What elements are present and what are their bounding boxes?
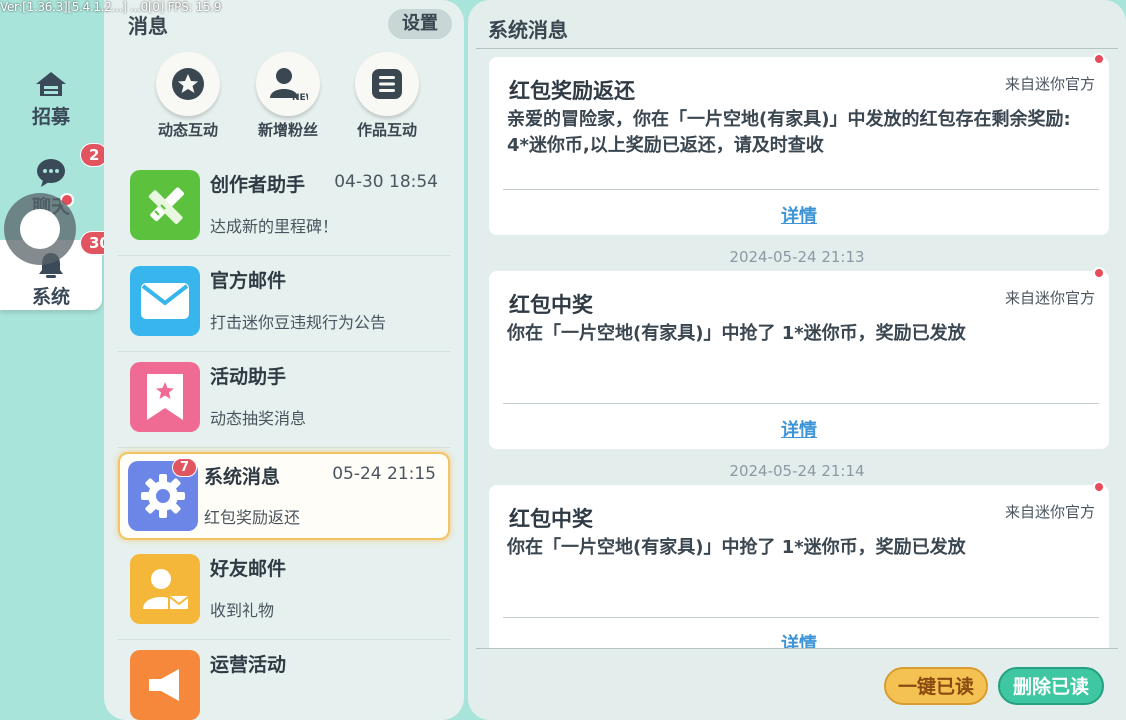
unread-dot: [1093, 267, 1105, 279]
friend-mail-icon: [130, 554, 200, 624]
nav-system-label: 系统: [31, 286, 70, 308]
message-panel-title: 消息: [128, 14, 168, 38]
item-preview: 达成新的里程碑！: [210, 217, 339, 236]
item-time: 05-24 21:15: [332, 464, 436, 484]
list-item-creator-assistant[interactable]: 创作者助手 04-30 18:54 达成新的里程碑！: [118, 160, 450, 256]
debug-overlay: Ver:[1.36.3][5.4.1.2...] ...0[0] FPS: 15…: [0, 0, 222, 14]
quick-new-fans[interactable]: NEW 新增粉丝: [243, 52, 333, 140]
bookmark-star-icon: [130, 362, 200, 432]
card-divider: [503, 189, 1099, 190]
message-list: 创作者助手 04-30 18:54 达成新的里程碑！ 官方邮件 打击迷你豆违规行…: [118, 160, 450, 720]
details-link[interactable]: 详情: [489, 416, 1109, 442]
card-title: 红包奖励返还: [509, 79, 635, 103]
divider: [476, 648, 1118, 649]
item-preview: 动态抽奖消息: [210, 409, 307, 428]
message-panel: 消息 设置 动态互动 NEW 新增粉丝: [104, 0, 464, 720]
quick-works-interaction[interactable]: 作品互动: [342, 52, 432, 140]
card-source: 来自迷你官方: [1004, 289, 1095, 307]
chat-bubble-icon: [37, 159, 65, 187]
list-icon: [372, 69, 402, 99]
unread-badge: 7: [172, 458, 198, 477]
message-card[interactable]: 红包中奖 来自迷你官方 你在「一片空地(有家具)」中抢了 1*迷你币，奖励已发放…: [489, 481, 1109, 663]
card-source: 来自迷你官方: [1004, 75, 1095, 93]
system-panel-title: 系统消息: [488, 18, 568, 42]
card-divider: [503, 617, 1099, 618]
megaphone-icon: [130, 650, 200, 720]
quick-label: 动态互动: [157, 121, 218, 139]
item-name: 活动助手: [210, 366, 287, 388]
house-icon: [36, 72, 66, 96]
item-name: 运营活动: [210, 654, 287, 676]
card-body: 亲爱的冒险家，你在「一片空地(有家具)」中发放的红包存在剩余奖励: 4*迷你币,…: [507, 109, 1071, 156]
settings-button[interactable]: 设置: [388, 9, 452, 39]
item-preview: 红包奖励返还: [204, 508, 301, 527]
list-item-official-mail[interactable]: 官方邮件 打击迷你豆违规行为公告: [118, 256, 450, 352]
timestamp: 2024-05-24 21:14: [729, 462, 865, 480]
nav-recruit[interactable]: 招募: [0, 70, 102, 129]
list-item-friend-mail[interactable]: 好友邮件 收到礼物: [118, 544, 450, 640]
card-body: 你在「一片空地(有家具)」中抢了 1*迷你币，奖励已发放: [507, 537, 966, 558]
list-item-event-assistant[interactable]: 活动助手 动态抽奖消息: [118, 352, 450, 448]
left-nav: 招募 聊天 2 系统 30: [0, 0, 119, 720]
card-title: 红包中奖: [509, 293, 593, 317]
card-body: 你在「一片空地(有家具)」中抢了 1*迷你币，奖励已发放: [507, 323, 966, 344]
list-item-operations[interactable]: 运营活动: [118, 640, 450, 720]
details-link[interactable]: 详情: [489, 202, 1109, 228]
quick-label: 作品互动: [356, 121, 417, 139]
svg-text:NEW: NEW: [292, 93, 308, 103]
unread-dot: [1093, 481, 1105, 493]
item-name: 系统消息: [204, 466, 281, 488]
card-divider: [503, 403, 1099, 404]
item-name: 创作者助手: [210, 174, 306, 196]
item-name: 好友邮件: [210, 558, 287, 580]
item-preview: 收到礼物: [210, 601, 275, 620]
item-time: 04-30 18:54: [334, 172, 438, 192]
message-card[interactable]: 红包中奖 来自迷你官方 你在「一片空地(有家具)」中抢了 1*迷你币，奖励已发放…: [489, 267, 1109, 449]
mark-all-read-button[interactable]: 一键已读: [884, 667, 988, 705]
nav-recruit-label: 招募: [31, 106, 70, 128]
card-title: 红包中奖: [509, 507, 593, 531]
unread-dot: [1093, 53, 1105, 65]
delete-read-button[interactable]: 删除已读: [998, 667, 1104, 705]
list-item-system-message[interactable]: 7 系统消息 05-24 21:15 红包奖励返还: [118, 452, 450, 540]
quick-label: 新增粉丝: [257, 121, 318, 139]
pencil-ruler-icon: [130, 170, 200, 240]
envelope-icon: [130, 266, 200, 336]
system-message-panel: 系统消息 红包奖励返还 来自迷你官方 亲爱的冒险家，你在「一片空地(有家具)」中…: [468, 0, 1126, 720]
timestamp: 2024-05-24 21:13: [729, 248, 865, 266]
item-preview: 打击迷你豆违规行为公告: [210, 313, 387, 332]
item-name: 官方邮件: [210, 270, 287, 292]
quick-dynamic-interaction[interactable]: 动态互动: [143, 52, 233, 140]
floating-assist-ball[interactable]: [4, 193, 76, 265]
message-card[interactable]: 红包奖励返还 来自迷你官方 亲爱的冒险家，你在「一片空地(有家具)」中发放的红包…: [489, 53, 1109, 235]
star-badge-icon: [172, 68, 204, 100]
new-fan-icon: NEW: [270, 68, 308, 103]
card-source: 来自迷你官方: [1004, 503, 1095, 521]
divider: [476, 48, 1118, 49]
